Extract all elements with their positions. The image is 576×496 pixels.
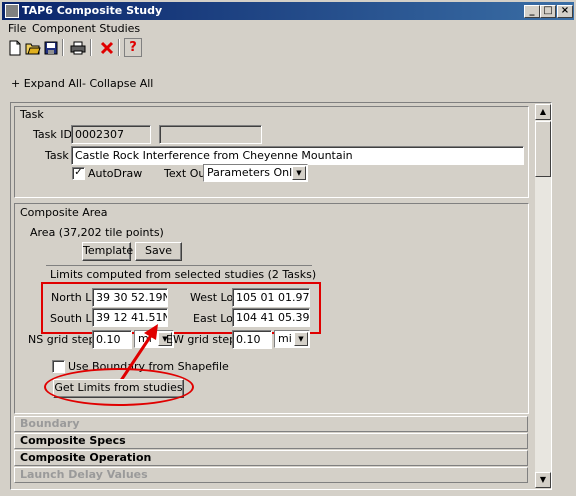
area-points-text: Area (37,202 tile points)	[30, 226, 164, 239]
scroll-down-icon[interactable]: ▼	[535, 472, 551, 488]
composite-area-section-title: Composite Area	[20, 206, 108, 219]
expand-all-link[interactable]: + Expand All	[11, 77, 82, 90]
task-id-extra-field	[159, 125, 262, 144]
app-icon	[5, 4, 19, 18]
limits-caption: Limits computed from selected studies (2…	[50, 268, 317, 281]
ew-grid-unit-select[interactable]: mi ▼	[274, 330, 310, 348]
north-lat-input[interactable]: 39 30 52.19N	[92, 288, 168, 307]
east-lon-input[interactable]: 104 41 05.39W	[232, 308, 310, 327]
new-icon[interactable]	[6, 38, 24, 57]
task-id-field: 0002307	[71, 125, 151, 144]
window-title: TAP6 Composite Study	[22, 4, 163, 17]
textout-value: Parameters Only	[207, 166, 299, 179]
annotation-ellipse	[44, 368, 194, 406]
task-name-input[interactable]: Castle Rock Interference from Cheyenne M…	[71, 146, 524, 165]
chevron-down-icon: ▼	[292, 166, 306, 180]
scroll-up-icon[interactable]: ▲	[535, 104, 551, 120]
vertical-scrollbar[interactable]: ▲ ▼	[535, 104, 551, 488]
menu-bar: File Component Studies	[2, 20, 574, 37]
delete-icon[interactable]	[98, 38, 116, 57]
section-composite-specs[interactable]: Composite Specs	[14, 433, 528, 449]
minimize-button[interactable]: _	[524, 5, 540, 18]
autodraw-label: AutoDraw	[88, 167, 143, 180]
task-section-title: Task	[20, 108, 44, 121]
chevron-down-icon: ▼	[294, 332, 308, 346]
section-boundary[interactable]: Boundary	[14, 416, 528, 432]
west-lon-input[interactable]: 105 01 01.97W	[232, 288, 310, 307]
save-area-button[interactable]: Save	[135, 242, 182, 261]
title-bar: TAP6 Composite Study _ □ ×	[2, 2, 574, 20]
scroll-thumb[interactable]	[535, 121, 551, 177]
limits-divider	[46, 265, 312, 266]
section-launch-delay[interactable]: Launch Delay Values	[14, 467, 528, 483]
ew-grid-step-label: EW grid step:	[166, 333, 240, 346]
template-button[interactable]: Template	[82, 242, 133, 261]
help-icon[interactable]: ?	[124, 38, 142, 57]
collapse-all-link[interactable]: - Collapse All	[82, 77, 153, 90]
print-icon[interactable]	[69, 38, 87, 57]
autodraw-checkbox[interactable]: ✓	[72, 167, 85, 180]
toolbar: ?	[2, 38, 574, 58]
ns-grid-step-label: NS grid step:	[28, 333, 100, 346]
save-icon[interactable]	[42, 38, 60, 57]
section-composite-operation[interactable]: Composite Operation	[14, 450, 528, 466]
use-boundary-checkbox[interactable]	[52, 360, 65, 373]
ew-grid-unit-value: mi	[278, 332, 292, 345]
task-label: Task	[45, 149, 69, 162]
ew-grid-step-input[interactable]: 0.10	[232, 330, 272, 349]
close-button[interactable]: ×	[557, 5, 573, 18]
maximize-button[interactable]: □	[540, 5, 556, 18]
task-id-label: Task ID:	[33, 128, 76, 141]
textout-select[interactable]: Parameters Only ▼	[203, 164, 308, 182]
menu-component-studies[interactable]: Component Studies	[32, 22, 140, 35]
menu-file[interactable]: File	[8, 22, 26, 35]
open-icon[interactable]	[24, 38, 42, 57]
